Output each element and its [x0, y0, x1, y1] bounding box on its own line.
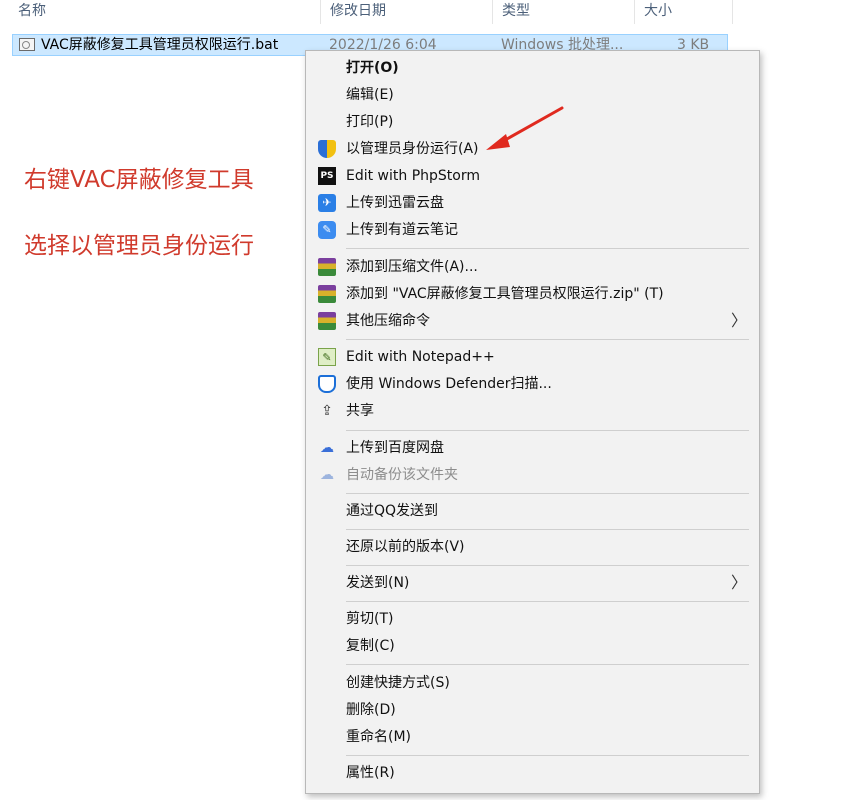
menu-item-label: 通过QQ发送到: [346, 503, 439, 519]
menu-item-rename[interactable]: 重命名(M): [306, 724, 759, 750]
menu-item-send-qq[interactable]: 通过QQ发送到: [306, 498, 759, 524]
share-icon: ⇪: [321, 403, 333, 419]
menu-item-label: 添加到压缩文件(A)...: [346, 259, 478, 275]
menu-item-label: 打印(P): [346, 114, 394, 130]
batch-file-icon: [19, 38, 35, 51]
menu-item-label: Edit with Notepad++: [346, 349, 495, 365]
menu-item-label: 创建快捷方式(S): [346, 675, 450, 691]
file-list-header: 名称 修改日期 类型 大小: [0, 0, 866, 26]
menu-item-defender-scan[interactable]: 使用 Windows Defender扫描...: [306, 371, 759, 397]
menu-item-label: 自动备份该文件夹: [346, 467, 458, 483]
menu-item-delete[interactable]: 删除(D): [306, 697, 759, 723]
context-menu: 打开(O) 编辑(E) 打印(P) 以管理员身份运行(A) PS Edit wi…: [305, 50, 760, 794]
column-name-header[interactable]: 名称: [0, 0, 320, 24]
menu-item-label: Edit with PhpStorm: [346, 168, 481, 184]
menu-item-label: 发送到(N): [346, 575, 410, 591]
menu-item-label: 删除(D): [346, 702, 396, 718]
menu-item-properties[interactable]: 属性(R): [306, 760, 759, 786]
menu-item-restore-versions[interactable]: 还原以前的版本(V): [306, 534, 759, 560]
menu-separator: [346, 601, 749, 602]
column-date-header[interactable]: 修改日期: [312, 0, 492, 24]
menu-item-label: 以管理员身份运行(A): [346, 141, 479, 157]
menu-separator: [346, 339, 749, 340]
column-separator[interactable]: [732, 0, 733, 24]
defender-icon: [318, 375, 336, 393]
menu-item-label: 打开(O): [346, 60, 399, 76]
menu-item-label: 剪切(T): [346, 611, 394, 627]
menu-item-send-to[interactable]: 发送到(N) 〉: [306, 570, 759, 596]
menu-item-baidu-upload[interactable]: ☁ 上传到百度网盘: [306, 435, 759, 461]
menu-item-notepadpp[interactable]: ✎ Edit with Notepad++: [306, 344, 759, 370]
menu-item-label: 使用 Windows Defender扫描...: [346, 376, 552, 392]
menu-item-open[interactable]: 打开(O): [306, 55, 759, 81]
chevron-right-icon: 〉: [730, 311, 747, 330]
menu-item-label: 还原以前的版本(V): [346, 539, 465, 555]
menu-item-label: 上传到百度网盘: [346, 440, 444, 456]
menu-item-label: 复制(C): [346, 638, 395, 654]
menu-item-label: 添加到 "VAC屏蔽修复工具管理员权限运行.zip" (T): [346, 286, 664, 302]
menu-separator: [346, 248, 749, 249]
youdao-note-icon: ✎: [318, 221, 336, 239]
menu-item-label: 编辑(E): [346, 87, 394, 103]
menu-item-copy[interactable]: 复制(C): [306, 633, 759, 659]
baidu-backup-icon: ☁: [320, 467, 334, 483]
uac-shield-icon: [318, 140, 336, 158]
menu-item-label: 属性(R): [346, 765, 395, 781]
menu-item-label: 其他压缩命令: [346, 313, 430, 329]
menu-item-share[interactable]: ⇪ 共享: [306, 398, 759, 424]
winrar-icon: [318, 312, 336, 330]
chevron-right-icon: 〉: [730, 573, 747, 592]
menu-item-youdao[interactable]: ✎ 上传到有道云笔记: [306, 217, 759, 243]
annotation-arrow-icon: [486, 106, 564, 150]
column-size-header[interactable]: 大小: [626, 0, 736, 24]
menu-separator: [346, 755, 749, 756]
file-name: VAC屏蔽修复工具管理员权限运行.bat: [41, 37, 279, 53]
menu-separator: [346, 565, 749, 566]
menu-separator: [346, 664, 749, 665]
menu-item-label: 上传到有道云笔记: [346, 222, 458, 238]
menu-item-label: 共享: [346, 403, 374, 419]
baidu-netdisk-icon: ☁: [320, 440, 334, 456]
menu-item-baidu-backup[interactable]: ☁ 自动备份该文件夹: [306, 462, 759, 488]
notepadpp-icon: ✎: [318, 348, 336, 366]
menu-item-xunlei[interactable]: ✈ 上传到迅雷云盘: [306, 190, 759, 216]
xunlei-icon: ✈: [318, 194, 336, 212]
winrar-icon: [318, 258, 336, 276]
winrar-icon: [318, 285, 336, 303]
menu-item-label: 上传到迅雷云盘: [346, 195, 444, 211]
menu-separator: [346, 529, 749, 530]
menu-item-add-archive[interactable]: 添加到压缩文件(A)...: [306, 254, 759, 280]
menu-item-phpstorm[interactable]: PS Edit with PhpStorm: [306, 163, 759, 189]
annotation-line-2: 选择以管理员身份运行: [24, 233, 254, 259]
menu-item-cut[interactable]: 剪切(T): [306, 606, 759, 632]
menu-item-create-shortcut[interactable]: 创建快捷方式(S): [306, 670, 759, 696]
menu-separator: [346, 430, 749, 431]
menu-item-other-compress[interactable]: 其他压缩命令 〉: [306, 308, 759, 334]
menu-separator: [346, 493, 749, 494]
menu-item-label: 重命名(M): [346, 729, 412, 745]
phpstorm-icon: PS: [318, 167, 336, 185]
column-type-header[interactable]: 类型: [484, 0, 634, 24]
menu-item-add-zip[interactable]: 添加到 "VAC屏蔽修复工具管理员权限运行.zip" (T): [306, 281, 759, 307]
annotation-line-1: 右键VAC屏蔽修复工具: [24, 167, 254, 193]
